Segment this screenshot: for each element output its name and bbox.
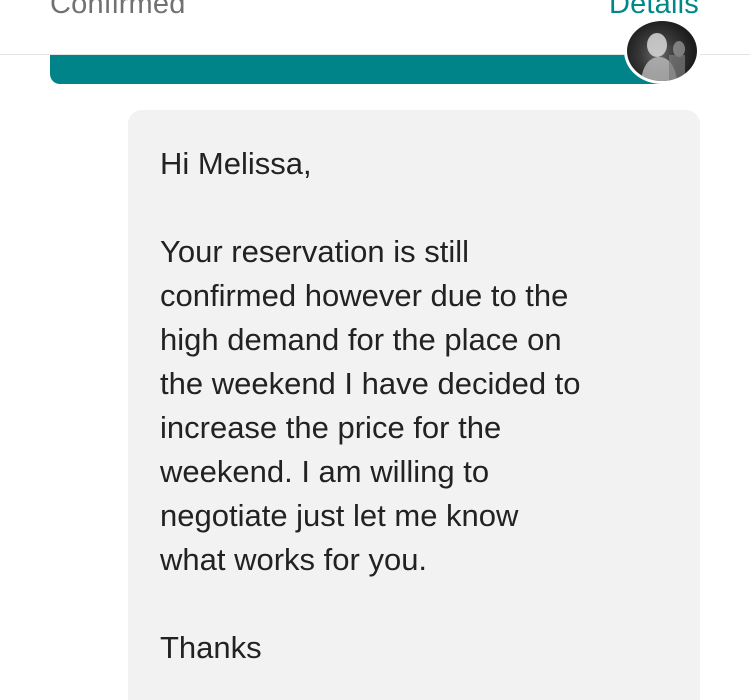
message-greeting: Hi Melissa,: [160, 146, 312, 181]
message-line: what works for you.: [160, 542, 428, 577]
message-line: weekend. I am willing to: [160, 454, 490, 489]
message-thread-screen: Confirmed Details Hi Melissa, Your reser…: [0, 0, 750, 700]
reservation-status: Confirmed: [50, 0, 186, 20]
message-line: negotiate just let me know: [160, 498, 519, 533]
message-body: Hi Melissa, Your reservation is still co…: [160, 142, 680, 670]
message-line: high demand for the place on: [160, 322, 562, 357]
message-line: increase the price for the: [160, 410, 502, 445]
message-line: the weekend I have decided to: [160, 366, 581, 401]
message-closing: Thanks: [160, 630, 262, 665]
previous-message-bubble: [50, 55, 670, 84]
avatar-photo-icon: [641, 33, 685, 81]
message-bubble: Hi Melissa, Your reservation is still co…: [128, 110, 700, 700]
message-line: confirmed however due to the: [160, 278, 569, 313]
message-line: Your reservation is still: [160, 234, 469, 269]
host-avatar[interactable]: [624, 18, 700, 84]
